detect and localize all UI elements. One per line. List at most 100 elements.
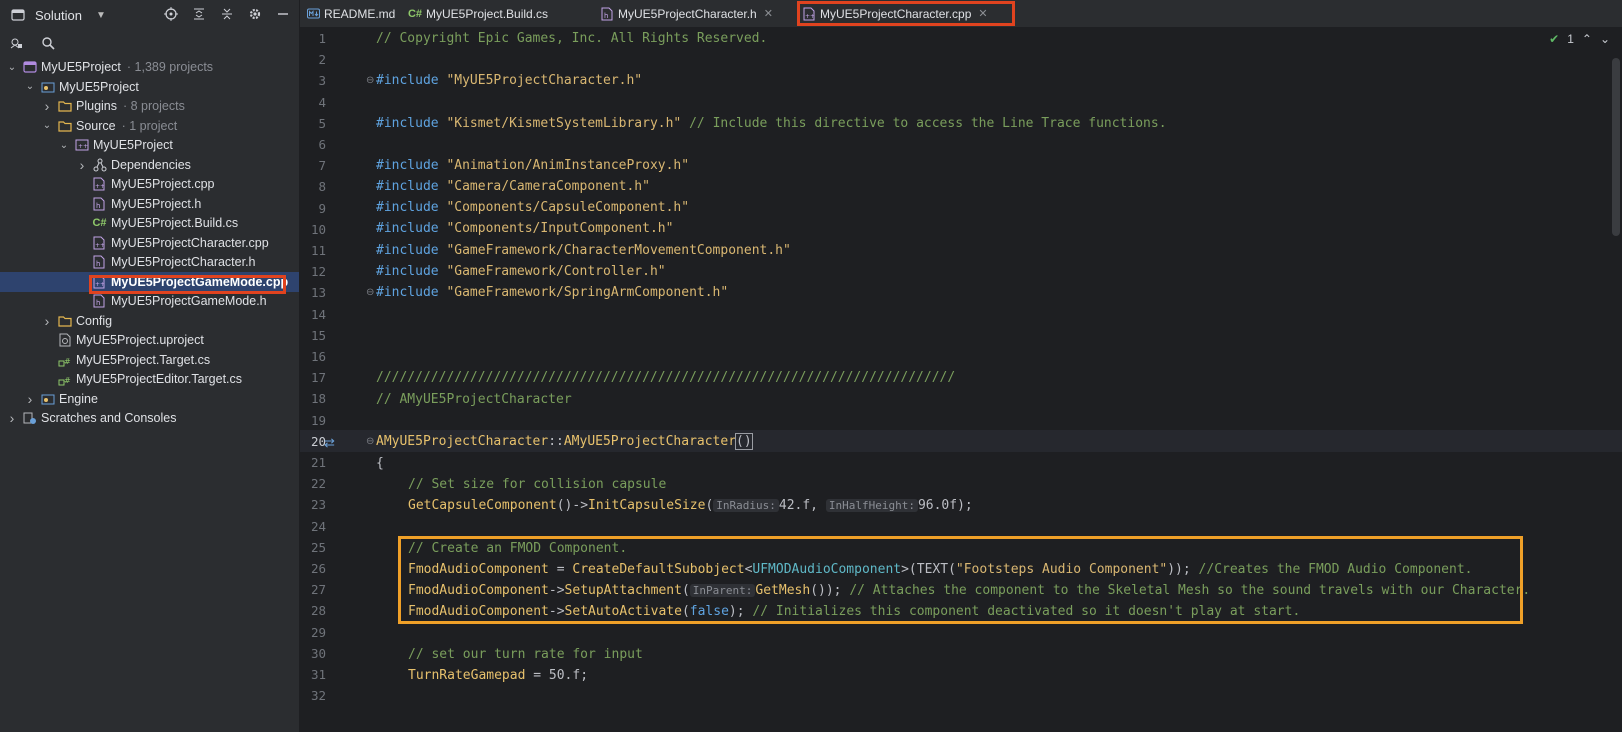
gear-icon[interactable]: [247, 6, 263, 22]
tree-item[interactable]: › Engine: [0, 389, 299, 409]
chevron-up-icon[interactable]: ⌃: [1582, 32, 1592, 46]
tree-item-label: Dependencies: [111, 157, 191, 172]
fold-marker-icon[interactable]: ⊖: [366, 75, 376, 86]
tree-item[interactable]: › Config: [0, 311, 299, 331]
tree-item[interactable]: ›C#MyUE5Project.Build.cs: [0, 213, 299, 233]
chevron-down-icon[interactable]: ⌄: [58, 140, 70, 151]
code-highlight-box: [398, 536, 1523, 624]
line-number: 19: [310, 412, 326, 428]
code-line-13: #include "GameFramework/SpringArmCompone…: [376, 285, 729, 300]
folder-icon: [57, 99, 72, 114]
chevron-right-icon[interactable]: ›: [41, 313, 53, 329]
svg-text:#: #: [64, 357, 71, 366]
line-number-gutter: 1 2 3 4 5 6 7 8 9 10 11 12 13 14 15 16 17 18 19 20 21 22 23 24 2…: [300, 28, 370, 732]
tab-label: MyUE5ProjectCharacter.h: [618, 6, 757, 21]
active-tab-highlight-box: [797, 1, 1015, 26]
chevron-right-icon[interactable]: ›: [6, 410, 18, 426]
code-line-21: {: [376, 456, 384, 471]
code-line-18: // AMyUE5ProjectCharacter: [376, 392, 572, 407]
chevron-right-icon[interactable]: ›: [76, 157, 88, 173]
tree-item-label: MyUE5Project.Build.cs: [111, 216, 239, 230]
locate-icon[interactable]: [163, 6, 179, 22]
csharp-file-icon: C#: [407, 7, 423, 20]
line-number: 5: [318, 115, 326, 131]
tree-item-label: Config: [76, 313, 113, 328]
svg-text:++: ++: [78, 143, 88, 150]
tree-item[interactable]: ⌄ MyUE5Project: [0, 77, 299, 97]
tree-item[interactable]: ›MyUE5Project.uproject: [0, 330, 299, 350]
line-number: 9: [318, 200, 326, 216]
tree-item-label: Scratches and Consoles: [41, 411, 177, 425]
cpp-file-icon: ++: [92, 177, 107, 192]
collapse-all-icon[interactable]: [219, 6, 235, 22]
line-number: 23: [310, 497, 326, 513]
line-number: 18: [310, 391, 326, 407]
tree-item[interactable]: ›hMyUE5Project.h: [0, 194, 299, 214]
tab-label: README.md: [324, 6, 396, 21]
chevron-down-icon[interactable]: ⌄: [41, 120, 53, 131]
tree-item[interactable]: ⌄ ++ MyUE5Project: [0, 135, 299, 155]
line-number: 20: [310, 433, 326, 449]
tree-item[interactable]: ›hMyUE5ProjectGameMode.h: [0, 291, 299, 311]
tree-item[interactable]: ›#MyUE5Project.Target.cs: [0, 350, 299, 370]
chevron-down-icon[interactable]: ▼: [96, 10, 106, 21]
line-number: 1: [318, 31, 326, 46]
selection-highlight-box: [89, 275, 286, 294]
svg-text:h: h: [96, 202, 100, 210]
tab-build-cs[interactable]: C# MyUE5Project.Build.cs: [408, 0, 548, 27]
tree-item[interactable]: ›++MyUE5ProjectCharacter.cpp: [0, 233, 299, 253]
implementation-swap-icon[interactable]: ⇄: [324, 435, 335, 451]
vertical-scrollbar[interactable]: [1612, 58, 1620, 236]
tree-item[interactable]: › Scratches and Consoles: [0, 408, 299, 428]
tab-label: MyUE5Project.Build.cs: [426, 6, 549, 21]
fold-marker-icon[interactable]: ⊖: [366, 287, 376, 298]
fold-marker-icon[interactable]: ⊖: [366, 436, 376, 447]
code-line-10: #include "Components/InputComponent.h": [376, 221, 674, 236]
tree-item[interactable]: ›hMyUE5ProjectCharacter.h: [0, 252, 299, 272]
expand-all-icon[interactable]: [191, 6, 207, 22]
line-number: 11: [310, 243, 326, 258]
tree-item-label: Plugins: [76, 99, 117, 113]
code-editor[interactable]: 1 2 3 4 5 6 7 8 9 10 11 12 13 14 15 16 17 18 19 20 21 22 23 24 2…: [300, 28, 1622, 732]
line-number: 10: [310, 221, 326, 237]
minimize-icon[interactable]: [275, 6, 291, 22]
filter-icon[interactable]: [8, 35, 24, 51]
tree-item[interactable]: ›#MyUE5ProjectEditor.Target.cs: [0, 369, 299, 389]
cpp-project-icon: ++: [74, 138, 89, 153]
tree-item[interactable]: › Plugins · 8 projects: [0, 96, 299, 116]
line-number: 21: [310, 455, 326, 470]
h-file-icon: h: [92, 294, 107, 309]
chevron-down-icon[interactable]: ⌄: [6, 62, 18, 73]
code-line-9: #include "Components/CapsuleComponent.h": [376, 200, 690, 215]
line-number: 13: [310, 285, 326, 301]
chevron-down-icon[interactable]: ⌄: [24, 81, 36, 92]
tree-item-label: MyUE5ProjectEditor.Target.cs: [76, 372, 243, 386]
tree-item[interactable]: ⌄ Source · 1 project: [0, 116, 299, 136]
chevron-down-icon[interactable]: ⌄: [1600, 32, 1610, 46]
tree-item-label: MyUE5Project: [93, 138, 173, 152]
param-hint: InRadius:: [713, 499, 779, 512]
solution-title[interactable]: Solution: [35, 8, 82, 23]
tree-item[interactable]: ⌄ MyUE5Project · 1,389 projects: [0, 57, 299, 77]
line-number: 29: [310, 624, 326, 640]
tree-item[interactable]: › Dependencies: [0, 155, 299, 175]
chevron-right-icon[interactable]: ›: [24, 391, 36, 407]
svg-text:h: h: [96, 260, 100, 268]
svg-text:++: ++: [95, 242, 105, 249]
tab-character-h[interactable]: h MyUE5ProjectCharacter.h ✕: [600, 0, 773, 27]
line-number: 24: [310, 518, 326, 534]
cpp-file-icon: ++: [92, 235, 107, 250]
h-file-icon: h: [92, 255, 107, 270]
line-number: 8: [318, 179, 326, 195]
close-icon[interactable]: ✕: [764, 7, 773, 20]
inspection-widget[interactable]: ✔ 1 ⌃ ⌄: [1549, 32, 1610, 46]
svg-text:h: h: [96, 299, 100, 307]
search-icon[interactable]: [40, 35, 56, 51]
tree-item-label: MyUE5ProjectCharacter.h: [111, 255, 256, 269]
code-line-22: // Set size for collision capsule: [408, 477, 667, 492]
line-number: 2: [318, 52, 326, 68]
param-hint: InHalfHeight:: [825, 499, 918, 512]
chevron-right-icon[interactable]: ›: [41, 98, 53, 114]
tab-readme[interactable]: README.md: [306, 0, 395, 27]
tree-item[interactable]: ›++MyUE5Project.cpp: [0, 174, 299, 194]
